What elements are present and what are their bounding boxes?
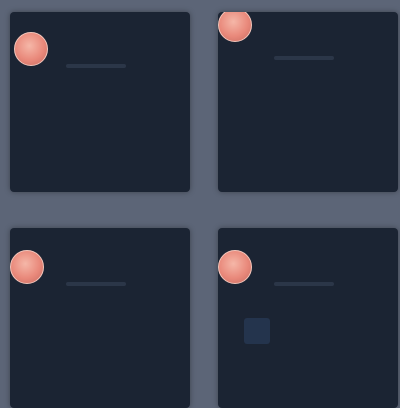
- panel-top-right[interactable]: [218, 12, 398, 192]
- avatar-icon[interactable]: [14, 32, 48, 66]
- avatar-icon[interactable]: [10, 250, 44, 284]
- panel-bottom-right[interactable]: [218, 228, 398, 408]
- text-line: [274, 282, 334, 286]
- avatar-icon[interactable]: [218, 250, 252, 284]
- text-line: [274, 56, 334, 60]
- panel-bottom-left[interactable]: [10, 228, 190, 408]
- panel-top-left[interactable]: [10, 12, 190, 192]
- text-line: [66, 282, 126, 286]
- square-icon: [244, 318, 270, 344]
- avatar-icon[interactable]: [218, 12, 252, 42]
- panel-grid: [0, 0, 400, 408]
- text-line: [66, 64, 126, 68]
